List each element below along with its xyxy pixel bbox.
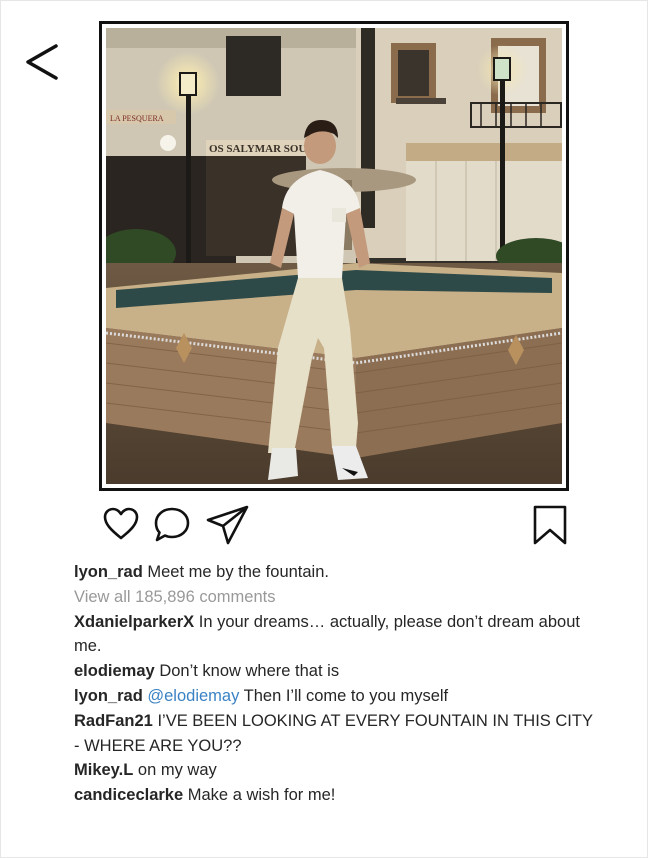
comment-username[interactable]: RadFan21 [74, 712, 153, 730]
comment-username[interactable]: elodiemay [74, 662, 155, 680]
comment-text: Then I’ll come to you myself [243, 686, 449, 705]
sign-salymar: OS SALYMAR SOU [209, 143, 306, 155]
comment-text: Don’t know where that is [159, 662, 340, 681]
comment: Mikey.L on my way [74, 758, 594, 783]
comment-username[interactable]: Mikey.L [74, 761, 133, 779]
heart-icon [103, 507, 139, 540]
like-button[interactable] [102, 505, 140, 543]
comment-icon [154, 507, 190, 542]
send-icon [206, 505, 249, 545]
comment-username[interactable]: XdanielparkerX [74, 613, 194, 631]
comment-username[interactable]: lyon_rad [74, 687, 143, 705]
comment-text: Make a wish for me! [187, 786, 336, 805]
bookmark-icon [533, 505, 567, 545]
comment: elodiemay Don’t know where that is [74, 659, 594, 684]
caption-username[interactable]: lyon_rad [74, 563, 143, 581]
share-button[interactable] [205, 504, 251, 546]
chevron-left-icon [26, 44, 58, 80]
comment: RadFan21 I’VE BEEN LOOKING AT EVERY FOUN… [74, 709, 594, 759]
save-button[interactable] [532, 504, 568, 546]
caption: lyon_rad Meet me by the fountain. [74, 560, 594, 585]
post-photo[interactable]: LA PESQUERA OS SALYMAR SOU [106, 28, 562, 484]
comment-text: on my way [137, 761, 217, 780]
comment-mention[interactable]: @elodiemay [147, 687, 239, 705]
back-button[interactable] [22, 40, 62, 84]
comment: XdanielparkerX In your dreams… actually,… [74, 610, 594, 660]
post-image-frame: LA PESQUERA OS SALYMAR SOU [99, 21, 569, 491]
comment-button[interactable] [152, 505, 192, 545]
comment-username[interactable]: candiceclarke [74, 786, 183, 804]
comments-section: lyon_rad Meet me by the fountain. View a… [74, 560, 594, 808]
caption-text: Meet me by the fountain. [147, 563, 329, 581]
sign-la-pesquera: LA PESQUERA [110, 114, 164, 123]
comment: candiceclarke Make a wish for me! [74, 783, 594, 808]
view-all-comments-link[interactable]: View all 185,896 comments [74, 585, 594, 610]
post-actions [0, 502, 648, 546]
photo-image: LA PESQUERA OS SALYMAR SOU [106, 28, 562, 484]
comment: lyon_rad @elodiemay Then I’ll come to yo… [74, 684, 594, 709]
